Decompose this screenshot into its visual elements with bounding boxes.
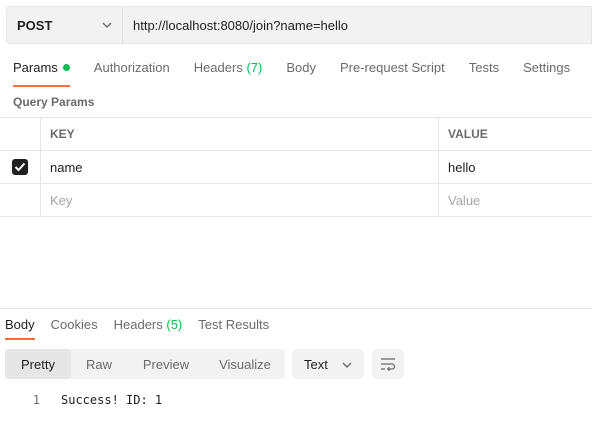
new-value-input[interactable]: Value <box>439 184 592 216</box>
tab-params-label: Params <box>13 60 58 75</box>
param-checkbox-cell <box>0 151 41 183</box>
response-tab-test-results-label: Test Results <box>198 317 270 332</box>
tab-authorization[interactable]: Authorization <box>94 60 170 86</box>
tab-params[interactable]: Params <box>13 60 70 87</box>
view-preview-label: Preview <box>142 356 190 372</box>
method-label: POST <box>17 17 53 33</box>
tab-tests[interactable]: Tests <box>469 60 499 86</box>
view-pretty-button[interactable]: Pretty <box>5 349 71 379</box>
new-key-input[interactable]: Key <box>41 184 439 216</box>
response-body-text: Success! ID: 1 <box>61 393 163 407</box>
param-key-cell[interactable]: name <box>41 151 439 183</box>
view-raw-button[interactable]: Raw <box>71 349 127 379</box>
table-row: name hello <box>0 151 592 184</box>
format-select[interactable]: Text <box>292 349 364 379</box>
chevron-down-icon <box>342 362 352 368</box>
checkmark-icon <box>14 162 26 172</box>
tab-pre-request-script[interactable]: Pre-request Script <box>340 60 445 86</box>
key-placeholder: Key <box>50 192 73 208</box>
key-column-header: KEY <box>41 118 439 150</box>
tab-body[interactable]: Body <box>286 60 316 86</box>
line-number: 1 <box>32 393 40 407</box>
tab-pre-request-script-label: Pre-request Script <box>339 60 445 75</box>
query-params-heading: Query Params <box>13 95 95 109</box>
headers-count: (7) <box>246 60 263 75</box>
method-select[interactable]: POST <box>6 6 122 44</box>
key-header-label: KEY <box>50 127 75 141</box>
tab-headers-label: Headers <box>193 60 243 75</box>
response-tab-body-label: Body <box>5 317 35 332</box>
response-tab-body[interactable]: Body <box>5 317 35 340</box>
table-header-row: KEY VALUE <box>0 118 592 151</box>
table-row-empty: Key Value <box>0 184 592 217</box>
tab-settings[interactable]: Settings <box>523 60 570 86</box>
response-tabs: Body Cookies Headers (5) Test Results <box>5 317 285 340</box>
view-pretty-label: Pretty <box>21 356 55 372</box>
response-body-line: 1 Success! ID: 1 <box>0 393 162 409</box>
url-text: http://localhost:8080/join?name=hello <box>133 17 349 33</box>
response-headers-count: (5) <box>166 317 183 332</box>
tab-body-label: Body <box>286 60 316 75</box>
tab-headers[interactable]: Headers (7) <box>194 60 263 86</box>
param-value: hello <box>448 159 476 175</box>
response-tab-test-results[interactable]: Test Results <box>198 317 269 339</box>
value-column-header: VALUE <box>439 118 592 150</box>
response-tab-headers[interactable]: Headers (5) <box>114 317 183 339</box>
query-params-table: KEY VALUE name hello Key Value <box>0 117 592 217</box>
checkbox-column-header <box>0 118 41 150</box>
view-mode-group: Pretty Raw Preview Visualize <box>5 349 285 379</box>
tab-settings-label: Settings <box>523 60 571 75</box>
view-raw-label: Raw <box>85 356 112 372</box>
response-tab-cookies-label: Cookies <box>50 317 98 332</box>
request-tabs: Params Authorization Headers (7) Body Pr… <box>13 60 592 87</box>
empty-checkbox-cell <box>0 184 41 216</box>
tab-authorization-label: Authorization <box>93 60 170 75</box>
param-value-cell[interactable]: hello <box>439 151 592 183</box>
tab-tests-label: Tests <box>468 60 500 75</box>
params-active-dot <box>62 64 70 71</box>
wrap-lines-button[interactable] <box>372 349 404 379</box>
view-visualize-button[interactable]: Visualize <box>205 349 285 379</box>
chevron-down-icon <box>102 22 112 28</box>
value-placeholder: Value <box>448 192 481 208</box>
response-tab-headers-label: Headers <box>113 317 163 332</box>
view-visualize-label: Visualize <box>219 356 271 372</box>
url-input[interactable]: http://localhost:8080/join?name=hello <box>122 6 592 44</box>
request-bar: POST http://localhost:8080/join?name=hel… <box>6 6 592 44</box>
wrap-lines-icon <box>381 358 396 371</box>
response-tab-cookies[interactable]: Cookies <box>51 317 98 339</box>
value-header-label: VALUE <box>448 127 488 141</box>
format-label: Text <box>304 356 328 372</box>
view-preview-button[interactable]: Preview <box>127 349 205 379</box>
param-checkbox[interactable] <box>12 159 28 175</box>
response-divider[interactable] <box>0 308 592 309</box>
param-key: name <box>50 159 83 175</box>
